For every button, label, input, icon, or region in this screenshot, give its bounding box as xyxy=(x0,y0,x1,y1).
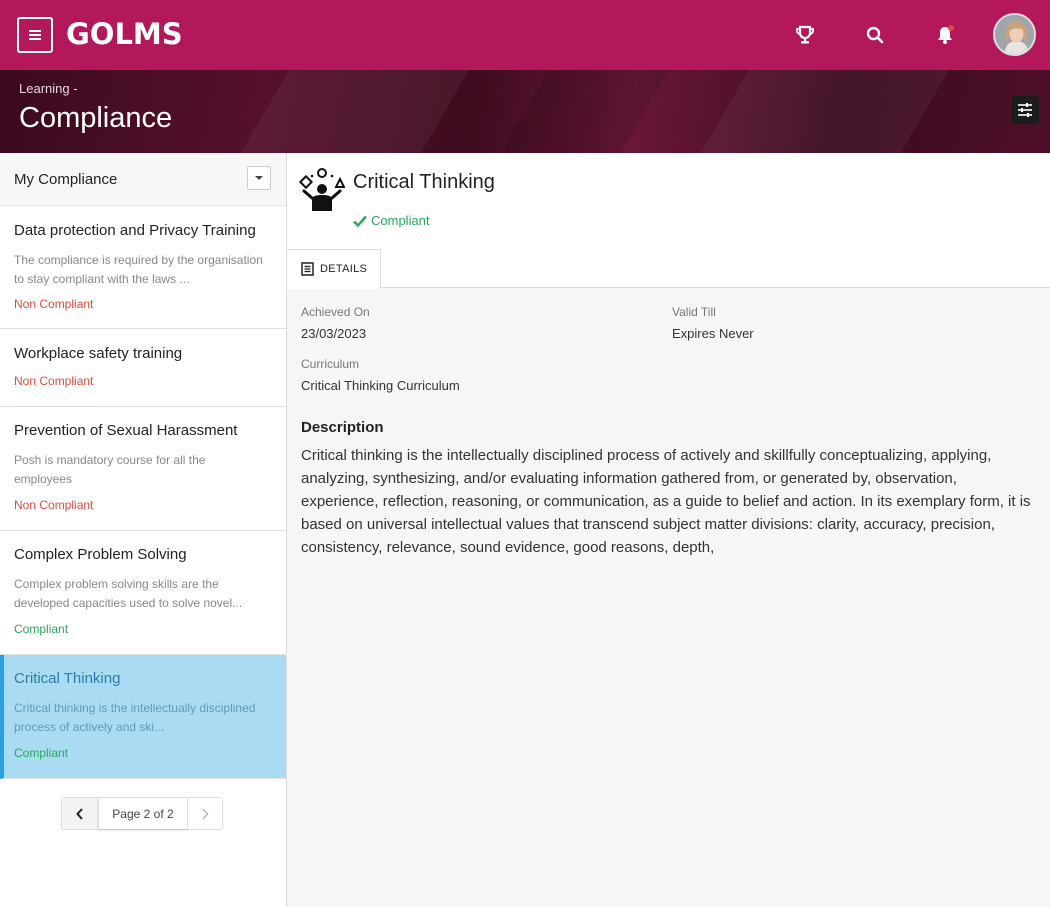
curriculum-value[interactable]: Critical Thinking Curriculum xyxy=(301,378,460,393)
bell-icon[interactable] xyxy=(932,22,958,48)
compliance-item-workplace-safety[interactable]: Workplace safety training Non Compliant xyxy=(0,329,286,407)
pagination: Page 2 of 2 xyxy=(61,797,223,830)
item-title: Critical Thinking xyxy=(14,670,121,687)
app-logo[interactable]: GOLMS xyxy=(66,16,183,52)
compliance-status: Compliant xyxy=(353,213,430,228)
item-description: Critical thinking is the intellectually … xyxy=(14,701,256,734)
user-avatar[interactable] xyxy=(993,13,1036,56)
compliance-filter-dropdown[interactable] xyxy=(247,166,271,190)
course-title: Critical Thinking xyxy=(353,171,495,193)
item-title: Data protection and Privacy Training xyxy=(14,222,256,239)
tab-details[interactable]: DETAILS xyxy=(287,249,381,289)
sidebar-header: My Compliance xyxy=(0,153,286,206)
item-description: The compliance is required by the organi… xyxy=(14,253,263,286)
compliance-item-critical-thinking[interactable]: Critical Thinking Critical thinking is t… xyxy=(0,655,286,779)
compliance-detail-panel: Critical Thinking Compliant DETAILS Achi… xyxy=(287,153,1050,907)
description-text: Critical thinking is the intellectually … xyxy=(301,447,1031,556)
item-description: Posh is mandatory course for all the emp… xyxy=(14,453,206,486)
curriculum-label: Curriculum xyxy=(301,357,360,371)
next-page-button[interactable] xyxy=(188,798,222,829)
compliance-item-data-protection[interactable]: Data protection and Privacy Training The… xyxy=(0,206,286,329)
document-icon xyxy=(301,262,314,276)
logo-text: GOLMS xyxy=(66,17,183,51)
check-icon xyxy=(353,215,367,227)
item-title: Workplace safety training xyxy=(14,345,183,362)
sliders-icon xyxy=(1018,103,1032,117)
sidebar-title: My Compliance xyxy=(14,170,118,188)
status-badge: Compliant xyxy=(14,622,69,636)
status-badge: Compliant xyxy=(14,746,69,760)
chevron-left-icon xyxy=(76,807,83,820)
detail-header: Critical Thinking Compliant DETAILS xyxy=(287,153,1050,289)
breadcrumb[interactable]: Learning - xyxy=(19,81,78,96)
achieved-on-value: 23/03/2023 xyxy=(301,326,367,341)
compliance-sidebar: My Compliance Data protection and Privac… xyxy=(0,153,287,907)
chevron-right-icon xyxy=(202,807,209,820)
item-title: Complex Problem Solving xyxy=(14,546,187,563)
compliance-item-posh[interactable]: Prevention of Sexual Harassment Posh is … xyxy=(0,407,286,531)
trophy-icon[interactable] xyxy=(792,22,818,48)
description-heading: Description xyxy=(301,419,384,436)
top-bar: GOLMS xyxy=(0,0,1050,70)
valid-till-label: Valid Till xyxy=(672,305,716,319)
item-description: Complex problem solving skills are the d… xyxy=(14,577,243,610)
critical-thinking-icon xyxy=(299,168,345,211)
prev-page-button[interactable] xyxy=(62,798,98,829)
achieved-on-label: Achieved On xyxy=(301,305,370,319)
page-indicator: Page 2 of 2 xyxy=(98,798,188,829)
compliance-item-complex-problem-solving[interactable]: Complex Problem Solving Complex problem … xyxy=(0,531,286,655)
valid-till-value: Expires Never xyxy=(672,326,754,341)
caret-down-icon xyxy=(255,176,263,180)
filter-settings-button[interactable] xyxy=(1011,96,1039,124)
status-text: Compliant xyxy=(371,213,430,228)
status-badge: Non Compliant xyxy=(14,498,94,512)
page-title: Compliance xyxy=(19,102,173,134)
tab-label: DETAILS xyxy=(320,263,368,275)
menu-icon xyxy=(29,30,41,40)
item-title: Prevention of Sexual Harassment xyxy=(14,422,238,439)
page-header: Learning - Compliance xyxy=(0,70,1050,153)
status-badge: Non Compliant xyxy=(14,374,94,388)
status-badge: Non Compliant xyxy=(14,297,94,311)
search-icon[interactable] xyxy=(862,22,888,48)
menu-button[interactable] xyxy=(17,17,53,53)
